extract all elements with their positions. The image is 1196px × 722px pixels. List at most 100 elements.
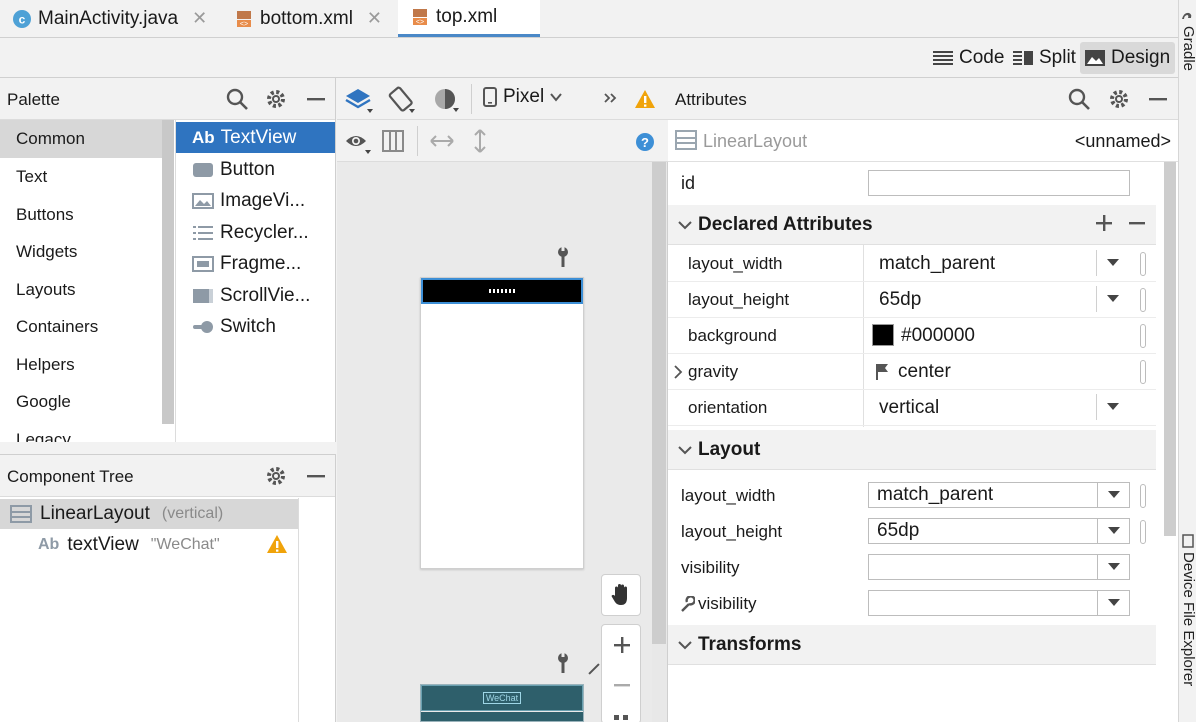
attr-value[interactable]: match_parent [879,253,995,275]
theme-icon[interactable] [433,87,461,113]
category-containers[interactable]: Containers [0,308,162,346]
attr-value[interactable]: 65dp [879,289,921,311]
attr-value[interactable]: center [898,361,951,383]
remove-icon[interactable] [1128,214,1146,232]
zoom-fit-icon[interactable] [612,713,632,722]
category-label: Buttons [16,205,74,224]
search-icon[interactable] [1068,88,1090,110]
tab-mainactivity[interactable]: c MainActivity.java ✕ [12,0,222,37]
id-field[interactable] [868,170,1130,196]
color-swatch[interactable] [872,324,894,346]
declared-attributes-header[interactable]: Declared Attributes [668,205,1156,245]
zoom-in-icon[interactable] [612,635,632,655]
visibility-select[interactable] [868,554,1130,580]
category-common[interactable]: Common [0,120,162,158]
category-helpers[interactable]: Helpers [0,346,162,384]
dropdown-arrow-icon[interactable] [1097,554,1129,580]
tab-top-xml[interactable]: <> top.xml [398,0,540,37]
category-widgets[interactable]: Widgets [0,233,162,271]
dropdown-arrow-icon[interactable] [1097,482,1129,508]
gradle-tool-tab[interactable]: Gradle [1180,26,1196,71]
widget-textview[interactable]: Ab TextView [176,122,335,153]
pan-button[interactable] [601,574,641,616]
close-icon[interactable]: ✕ [367,8,382,29]
section-title: Layout [698,438,761,460]
search-icon[interactable] [226,88,248,110]
blueprint-preview[interactable]: WeChat [420,684,584,722]
dropdown-arrow-icon[interactable] [1097,518,1129,544]
dropdown-arrow-icon[interactable] [1097,590,1129,616]
attributes-scrollbar[interactable] [1164,162,1176,536]
attr-reference-pill[interactable] [1140,520,1146,544]
layers-icon[interactable] [345,87,373,113]
help-icon[interactable]: ? [635,132,655,152]
top-bar-text-glyph [489,289,517,293]
canvas-scrollbar[interactable] [652,162,666,644]
minimize-icon[interactable] [1147,88,1169,110]
overflow-chevron-icon[interactable] [603,91,617,105]
tree-node-linearlayout[interactable]: LinearLayout (vertical) [0,499,298,529]
attr-reference-pill[interactable] [1140,360,1146,384]
attr-reference-pill[interactable] [1140,484,1146,508]
design-canvas[interactable]: WeChat [337,162,652,722]
eye-icon[interactable] [345,131,373,155]
widget-recyclerview[interactable]: Recycler... [176,217,335,248]
orientation-icon[interactable] [387,86,415,114]
split-mode-button[interactable]: Split [1008,42,1081,74]
dropdown-arrow-icon[interactable] [1096,286,1128,312]
attr-value[interactable]: #000000 [901,325,975,347]
category-buttons[interactable]: Buttons [0,196,162,234]
widget-fragment[interactable]: Fragme... [176,248,335,279]
minimize-icon[interactable] [305,88,327,110]
gear-icon[interactable] [265,88,287,110]
horizontal-resize-icon[interactable] [429,132,455,150]
attr-row-gravity[interactable]: gravity center [668,354,1156,390]
category-google[interactable]: Google [0,383,162,421]
tab-bottom-xml[interactable]: <> bottom.xml ✕ [234,0,394,37]
attr-reference-pill[interactable] [1140,324,1146,348]
tools-visibility-select[interactable] [868,590,1130,616]
attr-row-orientation: orientation vertical [668,390,1156,426]
category-text[interactable]: Text [0,158,162,196]
category-scrollbar[interactable] [162,120,174,424]
layout-row-layout-height: layout_height 65dp [668,514,1156,550]
warning-icon[interactable] [266,534,288,554]
widget-switch[interactable]: Switch [176,311,335,342]
vertical-resize-icon[interactable] [471,128,489,154]
phone-preview[interactable] [420,277,584,569]
widget-button[interactable]: Button [176,154,335,185]
attr-row-layout-height: layout_height 65dp [668,282,1156,318]
selected-top-bar[interactable] [421,278,583,304]
layout-section-header[interactable]: Layout [668,430,1156,470]
transforms-section-header[interactable]: Transforms [668,625,1156,665]
device-selector[interactable]: Pixel [483,86,562,108]
gear-icon[interactable] [1108,88,1130,110]
toolbar-separator [471,84,472,114]
blueprint-columns-icon[interactable] [381,129,405,153]
dropdown-arrow-icon[interactable] [1096,250,1128,276]
tree-node-textview[interactable]: Ab textView "WeChat" [0,530,298,560]
minimize-icon[interactable] [305,465,327,487]
category-legacy[interactable]: Legacy [0,421,162,442]
layout-height-select[interactable]: 65dp [868,518,1130,544]
resize-handle[interactable] [588,663,600,675]
wrench-icon[interactable] [555,652,571,674]
dropdown-arrow-icon[interactable] [1096,394,1128,420]
layout-width-select[interactable]: match_parent [868,482,1130,508]
code-mode-button[interactable]: Code [928,42,1009,74]
attr-value[interactable]: vertical [879,397,939,419]
gear-icon[interactable] [265,465,287,487]
widget-imageview[interactable]: ImageVi... [176,185,335,216]
widget-scrollview[interactable]: ScrollVie... [176,280,335,311]
category-layouts[interactable]: Layouts [0,271,162,309]
design-mode-button[interactable]: Design [1080,42,1176,74]
wrench-icon[interactable] [555,246,571,268]
attr-reference-pill[interactable] [1140,288,1146,312]
device-file-explorer-tab[interactable]: Device File Explorer [1180,552,1196,686]
warning-icon[interactable] [634,89,656,109]
attr-reference-pill[interactable] [1140,252,1146,276]
chevron-right-icon[interactable] [673,365,683,379]
add-icon[interactable] [1095,214,1113,232]
zoom-out-icon[interactable] [612,675,632,695]
close-icon[interactable]: ✕ [192,8,207,29]
